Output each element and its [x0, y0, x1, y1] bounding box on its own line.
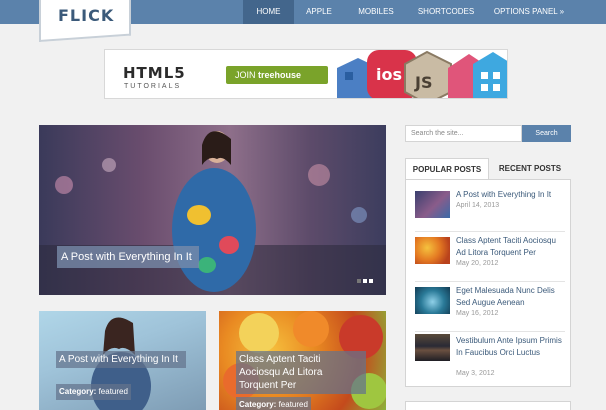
post-card-1-category: Category: featured — [56, 384, 131, 400]
house-cyan-window-2 — [493, 72, 500, 79]
tab-recent-posts[interactable]: RECENT POSTS — [489, 158, 571, 180]
nav-home[interactable]: HOME — [243, 0, 294, 24]
bokeh-light-4 — [351, 207, 367, 223]
search-input[interactable]: Search the site... — [405, 125, 522, 142]
list-item[interactable]: A Post with Everything In It April 14, 2… — [415, 188, 565, 232]
post-thumbnail[interactable] — [415, 191, 450, 218]
logo[interactable]: FLICK — [58, 6, 114, 25]
post-thumbnail[interactable] — [415, 237, 450, 264]
post-card-2-title[interactable]: Class Aptent Taciti Aociosqu Ad Litora T… — [236, 351, 366, 394]
list-item[interactable]: Eget Malesuada Nunc Delis Sed Augue Aene… — [415, 284, 565, 332]
post-title[interactable]: Eget Malesuada Nunc Delis Sed Augue Aene… — [456, 285, 566, 309]
nav-mobiles[interactable]: MOBILES — [344, 0, 408, 24]
fruit-2 — [293, 311, 329, 347]
bokeh-light-3 — [308, 164, 330, 186]
sidebar-widget — [405, 401, 571, 410]
post-thumbnail[interactable] — [415, 287, 450, 314]
post-title[interactable]: Class Aptent Taciti Aociosqu Ad Litora T… — [456, 235, 566, 259]
banner-ad[interactable]: HTML5 TUTORIALS JOIN treehouse ios JS — [104, 49, 508, 99]
badge-js-text: JS — [414, 73, 432, 92]
slider-dot-2[interactable] — [363, 279, 367, 283]
post-card-1-category-value[interactable]: featured — [99, 387, 128, 396]
house-cyan-window-3 — [481, 84, 488, 91]
post-date: May 3, 2012 — [456, 370, 495, 377]
nav-shortcodes[interactable]: SHORTCODES — [408, 0, 484, 24]
house-blue-window — [345, 72, 353, 80]
dress-pattern-1 — [187, 205, 211, 225]
post-card-1-category-label: Category: — [59, 387, 97, 396]
featured-caption[interactable]: A Post with Everything In It — [57, 246, 199, 268]
post-card-2-category-label: Category: — [239, 400, 277, 409]
house-cyan-icon — [473, 52, 507, 98]
slider-dot-1[interactable] — [357, 279, 361, 283]
slider-dot-3[interactable] — [369, 279, 373, 283]
search-button[interactable]: Search — [522, 125, 571, 142]
post-card-1-title[interactable]: A Post with Everything In It — [56, 351, 186, 368]
post-date: April 14, 2013 — [456, 202, 500, 209]
post-title[interactable]: Vestibulum Ante Ipsum Primis In Faucibus… — [456, 335, 566, 359]
bokeh-light-2 — [102, 158, 116, 172]
slider-dots — [357, 279, 373, 283]
post-thumbnail[interactable] — [415, 334, 450, 361]
post-card-2-category: Category: featured — [236, 397, 311, 410]
house-cyan-window-1 — [481, 72, 488, 79]
badge-ios-text: ios — [376, 65, 402, 84]
model-dress — [172, 168, 256, 292]
nav-apple[interactable]: APPLE — [294, 0, 344, 24]
main-nav: HOME APPLE MOBILES SHORTCODES OPTIONS PA… — [243, 0, 574, 24]
list-item[interactable]: Class Aptent Taciti Aociosqu Ad Litora T… — [415, 234, 565, 282]
bokeh-light-1 — [55, 176, 73, 194]
post-card-2-category-value[interactable]: featured — [279, 400, 308, 409]
card1-figure-hair — [103, 317, 135, 355]
dress-pattern-3 — [198, 257, 216, 273]
featured-image — [39, 131, 386, 295]
fruit-1 — [239, 313, 279, 353]
post-date: May 20, 2012 — [456, 260, 499, 267]
popular-posts-panel: A Post with Everything In It April 14, 2… — [405, 179, 571, 387]
tab-popular-posts[interactable]: POPULAR POSTS — [405, 158, 489, 180]
post-date: May 16, 2012 — [456, 310, 499, 317]
house-cyan-window-4 — [493, 84, 500, 91]
nav-options-panel[interactable]: OPTIONS PANEL » — [484, 0, 574, 24]
sidebar-tabs: POPULAR POSTS RECENT POSTS — [405, 158, 571, 180]
featured-slider[interactable] — [39, 125, 386, 295]
dress-pattern-2 — [219, 236, 239, 254]
post-title[interactable]: A Post with Everything In It — [456, 189, 566, 201]
banner-illustration: ios JS — [337, 50, 507, 98]
list-item[interactable]: Vestibulum Ante Ipsum Primis In Faucibus… — [415, 334, 565, 384]
